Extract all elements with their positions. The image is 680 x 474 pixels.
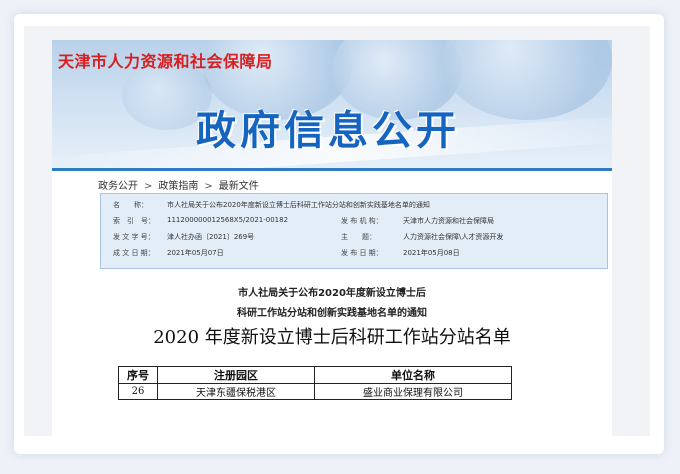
web-page: 天津市人力资源和社会保障局 政府信息公开 政务公开 > 政策指南 > 最新文件 名 称：… bbox=[52, 40, 612, 436]
doc-no-label: 发 文 字 号： bbox=[113, 233, 155, 241]
station-list-table: 序号 注册园区 单位名称 26 天津东疆保税港区 盛业商业保理有限公司 bbox=[118, 366, 512, 400]
breadcrumb-link-latest-docs[interactable]: 最新文件 bbox=[219, 181, 259, 192]
table-row: 26 天津东疆保税港区 盛业商业保理有限公司 bbox=[118, 383, 512, 400]
publisher-value: 天津市人力资源和社会保障局 bbox=[403, 217, 494, 225]
table-header-row: 序号 注册园区 单位名称 bbox=[118, 366, 512, 384]
list-title: 2020 年度新设立博士后科研工作站分站名单 bbox=[153, 327, 511, 348]
published-date-label: 发 布 日 期： bbox=[341, 249, 383, 257]
column-header-index: 序号 bbox=[118, 366, 158, 384]
cell-unit: 盛业商业保理有限公司 bbox=[314, 383, 512, 400]
info-row-dates: 成 文 日 期： 2021年05月07日 发 布 日 期： 2021年05月08… bbox=[101, 248, 607, 262]
column-header-unit: 单位名称 bbox=[314, 366, 512, 384]
document-title-line1: 市人社局关于公布2020年度新设立博士后 bbox=[238, 288, 426, 299]
breadcrumb-link-gov-affairs[interactable]: 政务公开 bbox=[98, 181, 138, 192]
info-row-name: 名 称： 市人社局关于公布2020年度新设立博士后科研工作站分站和创新实践基地名… bbox=[101, 200, 607, 214]
column-header-zone: 注册园区 bbox=[157, 366, 315, 384]
breadcrumb: 政务公开 > 政策指南 > 最新文件 bbox=[98, 177, 259, 192]
document-title-line2: 科研工作站分站和创新实践基地名单的通知 bbox=[237, 308, 427, 319]
published-date-value: 2021年05月08日 bbox=[403, 249, 460, 257]
topic-label: 主 题： bbox=[341, 233, 376, 241]
agency-name[interactable]: 天津市人力资源和社会保障局 bbox=[58, 48, 273, 72]
decoration-flower bbox=[442, 40, 612, 120]
doc-no-value: 津人社办函〔2021〕269号 bbox=[167, 233, 255, 241]
banner-divider bbox=[52, 168, 612, 171]
cell-zone: 天津东疆保税港区 bbox=[157, 383, 315, 400]
name-value: 市人社局关于公布2020年度新设立博士后科研工作站分站和创新实践基地名单的通知 bbox=[167, 201, 430, 209]
banner-headline: 政府信息公开 bbox=[196, 108, 460, 154]
breadcrumb-link-policy-guide[interactable]: 政策指南 bbox=[158, 181, 198, 192]
document-info-panel: 名 称： 市人社局关于公布2020年度新设立博士后科研工作站分站和创新实践基地名… bbox=[100, 193, 608, 269]
breadcrumb-separator: > bbox=[144, 181, 153, 192]
index-label: 索 引 号： bbox=[113, 217, 155, 225]
info-row-docno: 发 文 字 号： 津人社办函〔2021〕269号 主 题： 人力资源社会保障\人… bbox=[101, 232, 607, 246]
written-date-value: 2021年05月07日 bbox=[167, 249, 224, 257]
name-label: 名 称： bbox=[113, 201, 148, 209]
index-value: 111200000012568X5/2021-00182 bbox=[167, 216, 289, 224]
browser-frame: 天津市人力资源和社会保障局 政府信息公开 政务公开 > 政策指南 > 最新文件 名 称：… bbox=[24, 26, 650, 436]
site-banner: 天津市人力资源和社会保障局 政府信息公开 bbox=[52, 40, 612, 168]
cell-index: 26 bbox=[118, 383, 158, 400]
topic-value: 人力资源社会保障\人才资源开发 bbox=[403, 233, 504, 241]
info-row-index: 索 引 号： 111200000012568X5/2021-00182 发 布 … bbox=[101, 216, 607, 230]
publisher-label: 发 布 机 构： bbox=[341, 217, 383, 225]
breadcrumb-separator: > bbox=[204, 181, 213, 192]
written-date-label: 成 文 日 期： bbox=[113, 249, 155, 257]
